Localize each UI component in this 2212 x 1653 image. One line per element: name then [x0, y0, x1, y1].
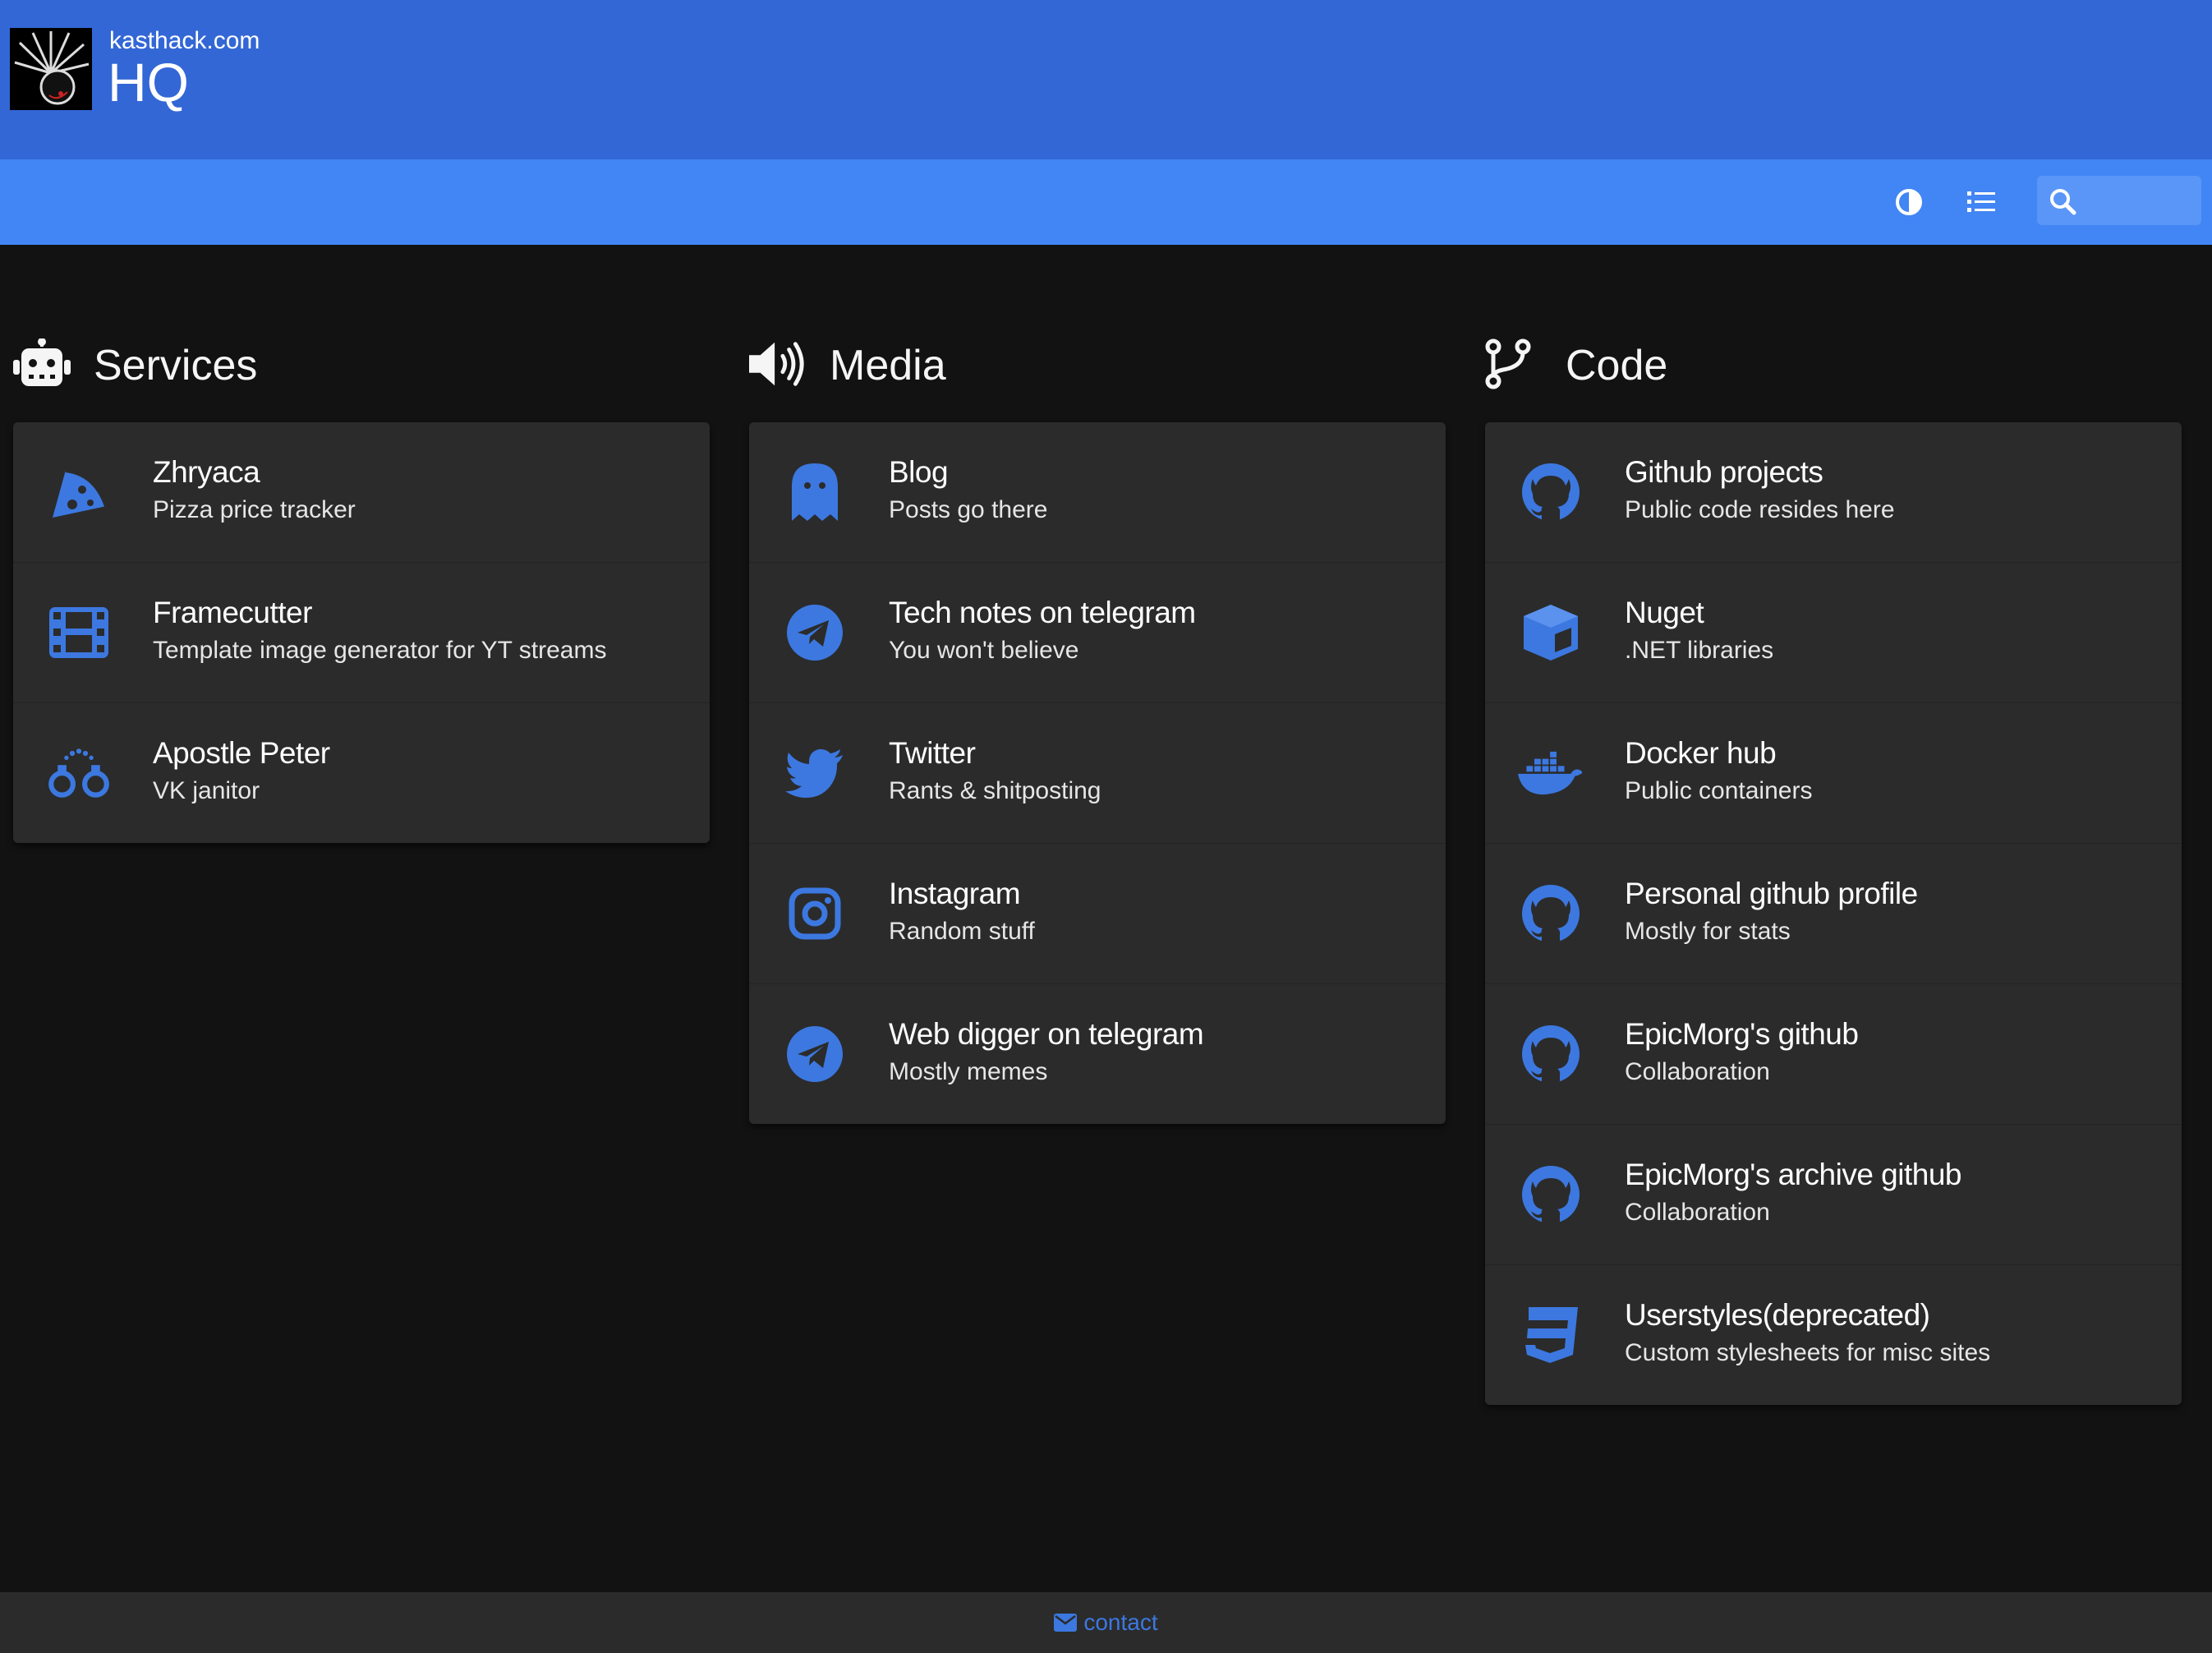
card-name: Web digger on telegram [889, 1017, 1204, 1051]
media-card-instagram[interactable]: Instagram Random stuff [749, 844, 1446, 984]
media-card-tech-notes-telegram[interactable]: Tech notes on telegram You won't believe [749, 563, 1446, 703]
code-branch-icon [1485, 335, 1543, 393]
card-subtitle: Rants & shitposting [889, 777, 1101, 804]
code-card-epicmorg-archive-github[interactable]: EpicMorg's archive github Collaboration [1485, 1125, 2182, 1265]
github-icon [1518, 881, 1584, 946]
card-name: Apostle Peter [153, 736, 330, 770]
code-card-epicmorg-github[interactable]: EpicMorg's github Collaboration [1485, 984, 2182, 1125]
site-logo[interactable] [10, 28, 92, 110]
handcuffs-icon [46, 740, 112, 806]
card-name: Github projects [1625, 455, 1823, 489]
card-name: EpicMorg's github [1625, 1017, 1859, 1051]
group-services: Services Zhryaca Pizza price tracker Fra… [13, 329, 710, 843]
card-subtitle: Mostly memes [889, 1058, 1048, 1085]
card-subtitle: Mostly for stats [1625, 918, 1791, 945]
card-subtitle: Random stuff [889, 918, 1035, 945]
card-name: Tech notes on telegram [889, 596, 1196, 629]
contact-link[interactable]: contact [1054, 1609, 1158, 1636]
card-subtitle: .NET libraries [1625, 637, 1774, 664]
css3-icon [1518, 1302, 1584, 1368]
card-name: Framecutter [153, 596, 312, 629]
code-card-personal-github[interactable]: Personal github profile Mostly for stats [1485, 844, 2182, 984]
card-subtitle: Public containers [1625, 777, 1813, 804]
group-title: Media [749, 329, 1446, 399]
code-card-docker-hub[interactable]: Docker hub Public containers [1485, 703, 2182, 844]
header: kasthack.com HQ [0, 0, 2212, 159]
card-subtitle: Collaboration [1625, 1199, 1770, 1226]
half-circle-contrast-icon [1896, 189, 1922, 215]
layout-toggle-button[interactable] [1958, 179, 2004, 225]
code-card-userstyles[interactable]: Userstyles(deprecated) Custom stylesheet… [1485, 1265, 2182, 1405]
footer: contact [0, 1592, 2212, 1653]
docker-icon [1518, 740, 1584, 806]
service-card-zhryaca[interactable]: Zhryaca Pizza price tracker [13, 422, 710, 563]
card-name: Blog [889, 455, 949, 489]
site-title: HQ [108, 52, 189, 113]
card-subtitle: Posts go there [889, 496, 1048, 523]
group-title: Code [1485, 329, 2182, 399]
media-card-blog[interactable]: Blog Posts go there [749, 422, 1446, 563]
telegram-icon [782, 600, 848, 665]
card-name: Nuget [1625, 596, 1704, 629]
volume-icon [749, 335, 807, 393]
card-name: Docker hub [1625, 736, 1777, 770]
card-name: Personal github profile [1625, 877, 1918, 910]
group-media: Media Blog Posts go there Tech notes on … [749, 329, 1446, 1124]
contact-label[interactable]: contact [1083, 1609, 1157, 1636]
search-icon [2050, 189, 2076, 215]
code-card-nuget[interactable]: Nuget .NET libraries [1485, 563, 2182, 703]
cube-icon [1518, 600, 1584, 665]
telegram-icon [782, 1021, 848, 1087]
card-name: Twitter [889, 736, 976, 770]
card-subtitle: Custom stylesheets for misc sites [1625, 1339, 1991, 1366]
github-icon [1518, 1162, 1584, 1227]
theme-toggle-button[interactable] [1886, 179, 1932, 225]
card-subtitle: You won't believe [889, 637, 1079, 664]
card-name: Userstyles(deprecated) [1625, 1298, 1930, 1332]
card-subtitle: Pizza price tracker [153, 496, 356, 523]
github-icon [1518, 459, 1584, 525]
github-icon [1518, 1021, 1584, 1087]
service-card-apostle-peter[interactable]: Apostle Peter VK janitor [13, 703, 710, 843]
list-icon [1967, 191, 1995, 212]
logo-icon [10, 28, 92, 110]
code-card-github-projects[interactable]: Github projects Public code resides here [1485, 422, 2182, 563]
card-subtitle: Collaboration [1625, 1058, 1770, 1085]
card-subtitle: Public code resides here [1625, 496, 1895, 523]
card-name: EpicMorg's archive github [1625, 1158, 1961, 1191]
card-subtitle: Template image generator for YT streams [153, 637, 607, 664]
pizza-icon [46, 459, 112, 525]
search-input[interactable] [2085, 184, 2195, 219]
twitter-icon [782, 740, 848, 806]
robot-icon [13, 335, 71, 393]
group-title: Services [13, 329, 710, 399]
card-name: Zhryaca [153, 455, 260, 489]
ghost-icon [782, 459, 848, 525]
card-list: Blog Posts go there Tech notes on telegr… [749, 422, 1446, 1124]
service-card-framecutter[interactable]: Framecutter Template image generator for… [13, 563, 710, 703]
card-subtitle: VK janitor [153, 777, 260, 804]
search-box[interactable] [2037, 176, 2201, 225]
card-list: Zhryaca Pizza price tracker Framecutter … [13, 422, 710, 843]
instagram-icon [782, 881, 848, 946]
navbar [0, 159, 2212, 245]
media-card-web-digger-telegram[interactable]: Web digger on telegram Mostly memes [749, 984, 1446, 1124]
envelope-icon [1054, 1614, 1078, 1632]
group-code: Code Github projects Public code resides… [1485, 329, 2182, 1405]
card-list: Github projects Public code resides here… [1485, 422, 2182, 1405]
media-card-twitter[interactable]: Twitter Rants & shitposting [749, 703, 1446, 844]
card-name: Instagram [889, 877, 1021, 910]
film-icon [46, 600, 112, 665]
